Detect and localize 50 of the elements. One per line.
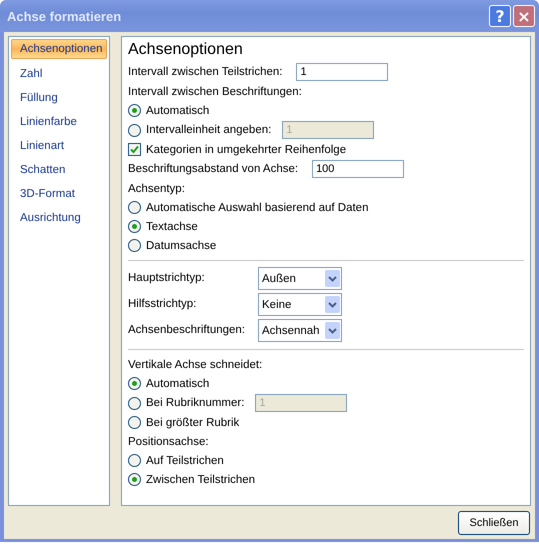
dropdown[interactable]: Keine <box>258 293 342 316</box>
category-item[interactable]: Linienart <box>11 137 107 155</box>
chevron-down-icon <box>328 276 337 282</box>
category-item[interactable]: Linienfarbe <box>11 113 107 131</box>
field-label: Beschriftungsabstand von Achse: <box>128 163 298 175</box>
radio-button[interactable] <box>128 377 141 390</box>
radio-label: Datumsachse <box>146 240 216 252</box>
dropdown-label: Hauptstrichtyp: <box>128 271 206 286</box>
dropdown[interactable]: Außen <box>258 267 342 290</box>
chevron-down-icon <box>328 328 337 334</box>
checkbox[interactable] <box>128 143 141 156</box>
window-title: Achse formatieren <box>7 8 122 24</box>
radio-button[interactable] <box>128 473 141 486</box>
dropdown-label: Hilfsstrichtyp: <box>128 297 198 312</box>
radio-label: Automatisch <box>146 378 210 390</box>
category-item[interactable]: Ausrichtung <box>11 209 107 227</box>
radio-label: Intervalleinheit angeben: <box>146 124 272 136</box>
radio-label: Automatische Auswahl basierend auf Daten <box>146 202 368 214</box>
radio-button[interactable] <box>128 104 141 117</box>
group-label: Vertikale Achse schneidet: <box>128 358 262 370</box>
category-item[interactable]: Schatten <box>11 161 107 179</box>
dropdown-label: Achsenbeschriftungen: <box>128 323 246 338</box>
chevron-down-icon <box>328 302 337 308</box>
radio-label: Auf Teilstrichen <box>146 454 224 466</box>
category-item[interactable]: Zahl <box>11 65 107 83</box>
radio-button[interactable] <box>128 220 141 233</box>
category-item[interactable]: 3D-Format <box>11 185 107 203</box>
panel-heading: Achsenoptionen <box>128 41 244 59</box>
input-field[interactable]: 1 <box>296 63 388 81</box>
input-field[interactable]: 100 <box>312 160 404 178</box>
close-dialog-button[interactable]: Schließen <box>458 511 530 535</box>
group-label: Intervall zwischen Beschriftungen: <box>128 86 302 98</box>
radio-label: Bei Rubriknummer: <box>146 397 244 409</box>
dropdown[interactable]: Achsennah <box>258 319 342 342</box>
close-button[interactable]: × <box>513 5 535 27</box>
radio-label: Textachse <box>146 220 198 232</box>
radio-label: Automatisch <box>146 104 210 116</box>
radio-button[interactable] <box>128 239 141 252</box>
checkbox-label: Kategorien in umgekehrter Reihenfolge <box>146 144 346 156</box>
radio-label: Zwischen Teilstrichen <box>146 474 256 486</box>
group-label: Achsentyp: <box>128 182 185 194</box>
category-item[interactable]: Füllung <box>11 89 107 107</box>
radio-label: Bei größter Rubrik <box>146 416 240 428</box>
group-label: Positionsachse: <box>128 436 209 448</box>
help-button[interactable]: ? <box>489 5 511 27</box>
category-item[interactable]: Achsenoptionen <box>11 39 107 59</box>
radio-button[interactable] <box>128 454 141 467</box>
field-label: Intervall zwischen Teilstrichen: <box>128 66 282 78</box>
radio-button[interactable] <box>128 416 141 429</box>
radio-button[interactable] <box>128 201 141 214</box>
